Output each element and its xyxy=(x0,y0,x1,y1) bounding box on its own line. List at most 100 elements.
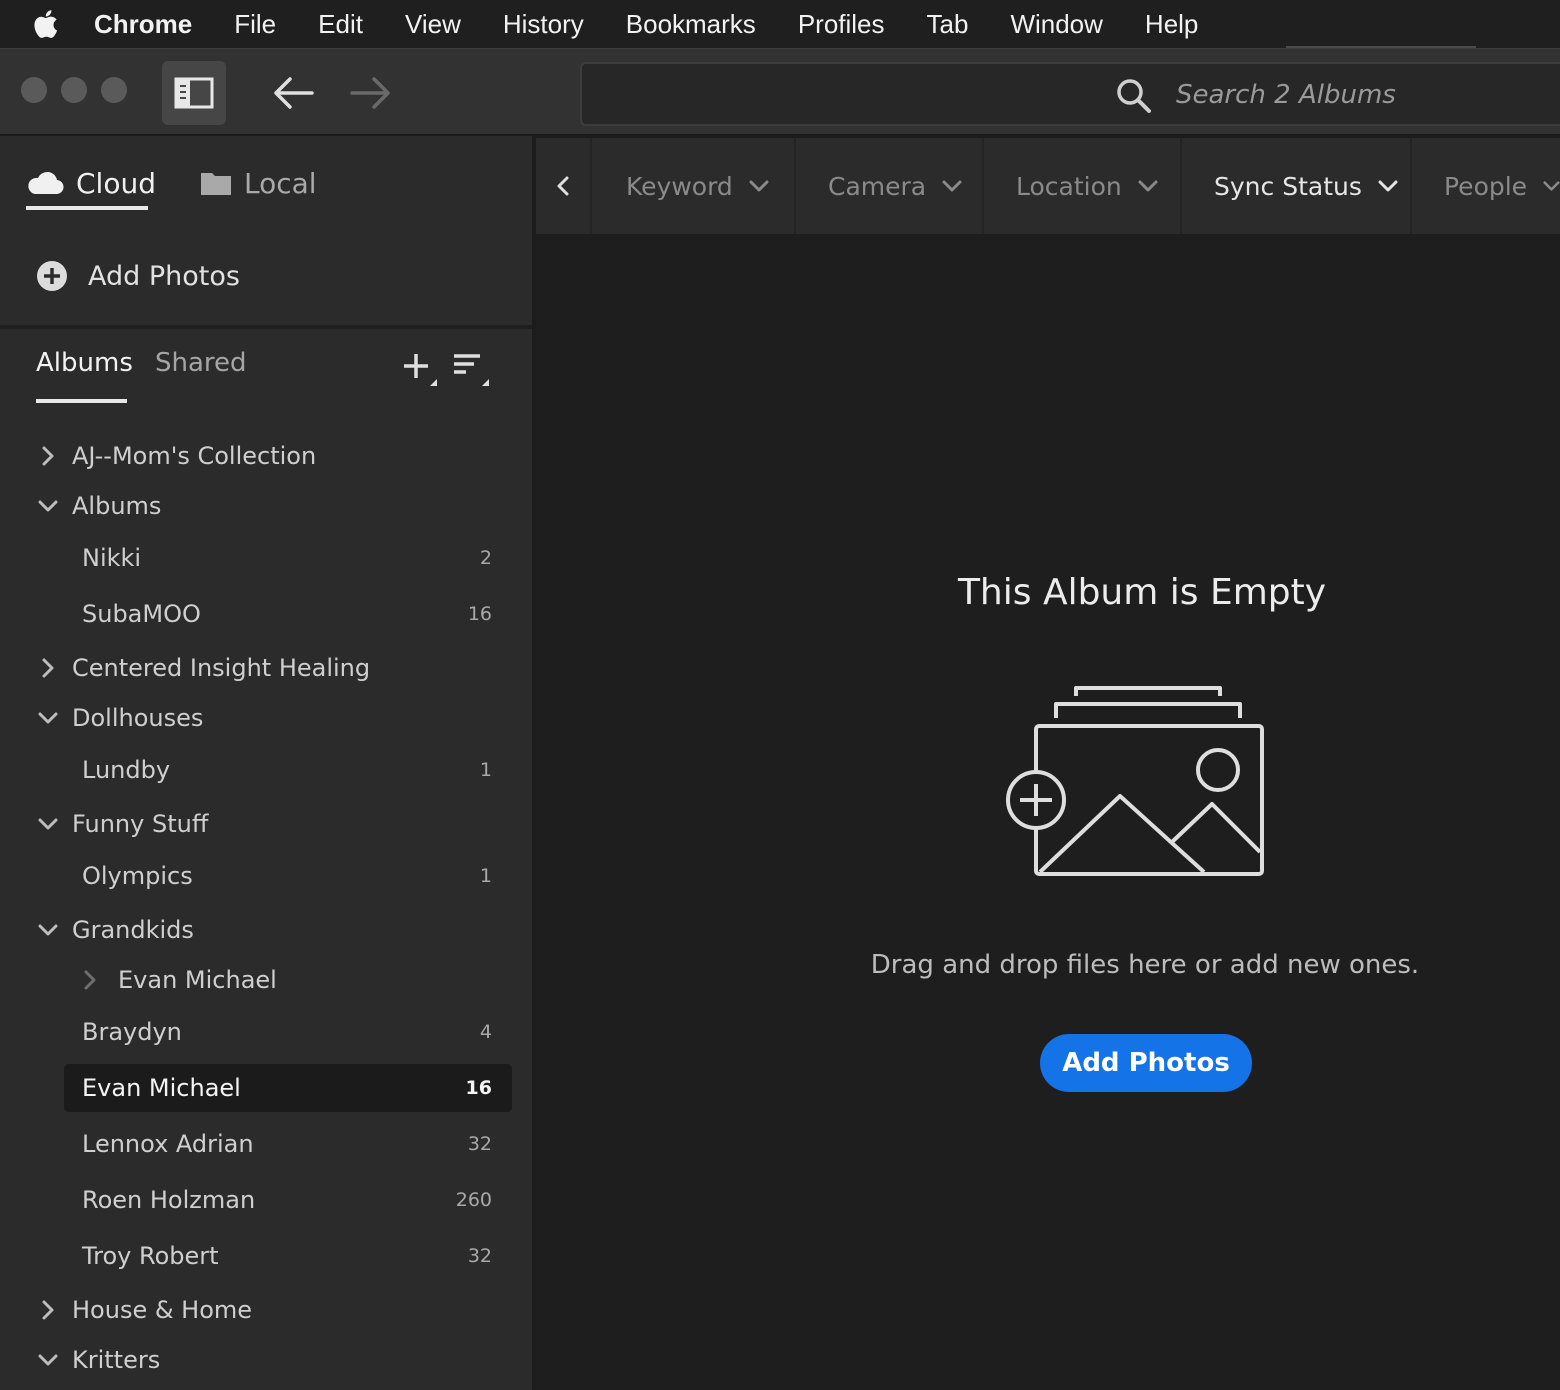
tab-cloud-underline xyxy=(26,206,148,210)
sort-albums-button[interactable] xyxy=(452,350,494,388)
menu-app-chrome[interactable]: Chrome xyxy=(94,9,192,40)
menu-bookmarks[interactable]: Bookmarks xyxy=(626,9,756,40)
menu-view[interactable]: View xyxy=(405,9,461,40)
close-window-button[interactable] xyxy=(21,77,47,103)
back-arrow-icon[interactable] xyxy=(272,73,316,113)
menu-tab[interactable]: Tab xyxy=(927,9,969,40)
source-tabs: Cloud Local xyxy=(0,136,532,236)
folder-item-funny-stuff[interactable]: Funny Stuff xyxy=(0,800,532,848)
tab-cloud[interactable]: Cloud xyxy=(26,158,156,208)
filter-location-label: Location xyxy=(1016,171,1122,201)
album-name: Olympics xyxy=(82,862,193,890)
album-count: 260 xyxy=(455,1189,492,1211)
album-count: 2 xyxy=(479,547,492,569)
folder-item-albums[interactable]: Albums xyxy=(0,482,532,530)
tab-albums[interactable]: Albums xyxy=(36,348,133,378)
chevron-down-icon[interactable] xyxy=(36,494,60,518)
chevron-down-icon xyxy=(1378,180,1398,192)
album-name: Lundby xyxy=(82,756,171,784)
album-item-lennox-adrian[interactable]: Lennox Adrian 32 xyxy=(0,1120,532,1168)
album-item-evan-michael[interactable]: Evan Michael 16 xyxy=(0,1064,532,1112)
search-placeholder: Search 2 Albums xyxy=(1176,80,1396,110)
album-item-subamoo[interactable]: SubaMOO 16 xyxy=(0,590,532,638)
album-name: Grandkids xyxy=(72,916,194,944)
chevron-down-icon[interactable] xyxy=(36,918,60,942)
tab-local[interactable]: Local xyxy=(200,158,317,208)
collapse-filters-button[interactable] xyxy=(536,138,592,234)
album-name: Evan Michael xyxy=(82,1074,241,1102)
empty-album-hint: Drag and drop files here or add new ones… xyxy=(870,950,1420,980)
album-name: Albums xyxy=(72,492,162,520)
album-count: 1 xyxy=(479,865,492,887)
album-count: 1 xyxy=(479,759,492,781)
folder-item-aj-mom-s-collection[interactable]: AJ--Mom's Collection xyxy=(0,432,532,480)
filter-keyword-label: Keyword xyxy=(626,171,733,201)
apple-logo-icon[interactable] xyxy=(0,0,94,48)
sidebar-icon xyxy=(174,77,214,109)
album-name: Funny Stuff xyxy=(72,810,209,838)
filter-sync-status[interactable]: Sync Status xyxy=(1182,138,1412,234)
album-name: SubaMOO xyxy=(82,600,201,628)
add-photos-button[interactable]: Add Photos xyxy=(1040,1034,1252,1092)
album-name: Dollhouses xyxy=(72,704,204,732)
chevron-right-icon[interactable] xyxy=(36,444,60,468)
chevron-down-icon xyxy=(1543,181,1560,191)
filter-people[interactable]: People xyxy=(1412,138,1560,234)
album-count: 32 xyxy=(467,1133,492,1155)
forward-arrow-icon[interactable] xyxy=(348,73,392,113)
chevron-down-icon xyxy=(749,180,769,192)
album-item-nikki[interactable]: Nikki 2 xyxy=(0,534,532,582)
album-name: AJ--Mom's Collection xyxy=(72,442,317,470)
album-item-roen-holzman[interactable]: Roen Holzman 260 xyxy=(0,1176,532,1224)
folder-item-evan-michael[interactable]: Evan Michael xyxy=(0,956,532,1004)
folder-item-centered-insight-healing[interactable]: Centered Insight Healing xyxy=(0,644,532,692)
filter-keyword[interactable]: Keyword xyxy=(594,138,796,234)
chevron-left-icon xyxy=(557,176,569,196)
menu-help[interactable]: Help xyxy=(1145,9,1198,40)
chevron-down-icon[interactable] xyxy=(36,706,60,730)
menu-window[interactable]: Window xyxy=(1010,9,1102,40)
album-item-braydyn[interactable]: Braydyn 4 xyxy=(0,1008,532,1056)
cloud-icon xyxy=(28,171,64,195)
folder-item-grandkids[interactable]: Grandkids xyxy=(0,906,532,954)
folder-item-kritters[interactable]: Kritters xyxy=(0,1336,532,1384)
chevron-down-icon[interactable] xyxy=(36,1348,60,1372)
add-photos-sidebar-label: Add Photos xyxy=(88,260,240,292)
chevron-right-icon[interactable] xyxy=(78,968,102,992)
album-item-lundby[interactable]: Lundby 1 xyxy=(0,746,532,794)
chevron-right-icon[interactable] xyxy=(36,1298,60,1322)
tab-cloud-label: Cloud xyxy=(76,166,156,200)
sidebar-toggle-button[interactable] xyxy=(162,61,226,125)
album-name: Evan Michael xyxy=(118,966,277,994)
tab-shared[interactable]: Shared xyxy=(155,348,247,378)
album-item-olympics[interactable]: Olympics 1 xyxy=(0,852,532,900)
filter-people-label: People xyxy=(1444,171,1528,201)
create-album-button[interactable] xyxy=(402,350,440,388)
album-name: Roen Holzman xyxy=(82,1186,256,1214)
filter-camera[interactable]: Camera xyxy=(796,138,984,234)
menu-file[interactable]: File xyxy=(234,9,276,40)
album-item-troy-robert[interactable]: Troy Robert 32 xyxy=(0,1232,532,1280)
menu-history[interactable]: History xyxy=(503,9,584,40)
search-input[interactable]: Search 2 Albums xyxy=(580,62,1560,126)
menu-edit[interactable]: Edit xyxy=(318,9,363,40)
menu-profiles[interactable]: Profiles xyxy=(798,9,885,40)
tab-local-label: Local xyxy=(244,166,317,200)
zoom-window-button[interactable] xyxy=(101,77,127,103)
chevron-down-icon[interactable] xyxy=(36,812,60,836)
empty-album-title: This Album is Empty xyxy=(957,572,1327,613)
macos-menu-bar: Chrome File Edit View History Bookmarks … xyxy=(0,0,1560,48)
album-name: Braydyn xyxy=(82,1018,182,1046)
minimize-window-button[interactable] xyxy=(61,77,87,103)
add-photos-sidebar-button[interactable]: Add Photos xyxy=(36,256,240,296)
tab-albums-underline xyxy=(36,399,127,403)
folder-item-house-home[interactable]: House & Home xyxy=(0,1286,532,1334)
filter-location[interactable]: Location xyxy=(984,138,1182,234)
album-count: 16 xyxy=(465,1077,492,1099)
plus-icon xyxy=(404,354,437,386)
chevron-right-icon[interactable] xyxy=(36,656,60,680)
sidebar-divider xyxy=(0,325,532,329)
folder-item-dollhouses[interactable]: Dollhouses xyxy=(0,694,532,742)
filter-camera-label: Camera xyxy=(828,171,927,201)
album-count: 16 xyxy=(467,603,492,625)
